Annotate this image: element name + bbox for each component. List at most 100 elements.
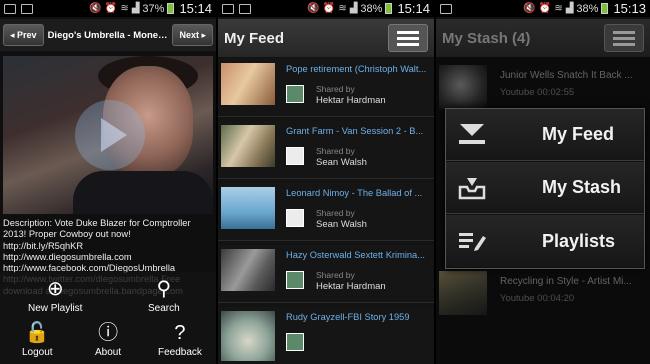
feed-item-title: Grant Farm - Van Session 2 - B...	[286, 126, 424, 136]
popup-item-label: My Feed	[542, 124, 615, 144]
video-thumbnail	[221, 311, 275, 361]
sharer-name: Hektar Hardman	[316, 281, 386, 292]
stash-item[interactable]: Junior Wells Snatch It Back ... Youtube …	[436, 62, 650, 114]
clock: 15:14	[397, 1, 430, 16]
gallery-icon	[222, 3, 234, 14]
stash-header: My Stash (4)	[436, 19, 650, 57]
image-icon	[21, 3, 33, 14]
sharer-name: Sean Walsh	[316, 219, 367, 230]
page-title: My Feed	[224, 29, 285, 47]
stash-item-title: Junior Wells Snatch It Back ...	[500, 70, 633, 81]
feed-item[interactable]: Pope retirement (Christoph Walt... Share…	[218, 59, 434, 117]
clock: 15:13	[613, 1, 646, 16]
avatar	[286, 147, 304, 165]
inbox-icon	[446, 162, 498, 214]
feed-item[interactable]: Rudy Grayzell-FBI Story 1959	[218, 307, 434, 364]
options-menu: ⊕ New Playlist ⚲ Search 🔓 Logout ⓘ About…	[0, 272, 216, 364]
popup-item-label: Playlists	[542, 230, 616, 251]
menu-button[interactable]	[388, 24, 428, 52]
feed-item[interactable]: Hazy Osterwald Sextett Krimina... Shared…	[218, 245, 434, 303]
popup-item-my-feed[interactable]: My Feed	[446, 109, 644, 161]
avatar	[286, 85, 304, 103]
prev-arrow-icon: ◂	[10, 29, 18, 40]
mute-icon: 🔇	[307, 3, 320, 14]
signal-icon: ▟	[565, 3, 574, 14]
popup-item-my-stash[interactable]: My Stash	[446, 162, 644, 214]
wifi-icon: ≋	[554, 3, 563, 14]
feed-item[interactable]: Leonard Nimoy - The Ballad of ... Shared…	[218, 183, 434, 241]
popup-item-playlists[interactable]: Playlists	[446, 215, 644, 267]
about-button[interactable]: ⓘ About	[95, 322, 121, 358]
gallery-icon	[440, 3, 452, 14]
search-label: Search	[148, 303, 180, 314]
clock: 15:14	[179, 1, 212, 16]
mute-icon: 🔇	[89, 3, 102, 14]
feed-item-title: Hazy Osterwald Sextett Krimina...	[286, 250, 425, 260]
sharer-name: Hektar Hardman	[316, 95, 386, 106]
wifi-icon: ≋	[120, 3, 129, 14]
feed-item[interactable]: Grant Farm - Van Session 2 - B... Shared…	[218, 121, 434, 179]
info-icon: ⓘ	[98, 322, 119, 344]
next-button[interactable]: Next ▸	[172, 24, 213, 46]
signal-icon: ▟	[349, 3, 358, 14]
stash-item-title: Recycling in Style - Artist Mi...	[500, 276, 632, 287]
new-playlist-button[interactable]: ⊕ New Playlist	[28, 278, 82, 314]
about-label: About	[95, 347, 122, 358]
video-frame-suit	[73, 171, 213, 214]
plus-circle-icon: ⊕	[46, 278, 64, 300]
feed-header: My Feed	[218, 19, 434, 57]
next-arrow-icon: ▸	[198, 29, 206, 40]
battery-percent: 38%	[360, 2, 383, 15]
avatar	[286, 271, 304, 289]
video-player[interactable]	[3, 56, 213, 214]
battery-icon	[385, 3, 393, 14]
menu-button[interactable]	[604, 24, 644, 52]
search-icon: ⚲	[156, 278, 172, 300]
wifi-icon: ≋	[338, 3, 347, 14]
feed-item-title: Pope retirement (Christoph Walt...	[286, 64, 427, 74]
video-thumbnail	[221, 249, 275, 291]
search-button[interactable]: ⚲ Search	[148, 278, 180, 314]
feed-item-title: Leonard Nimoy - The Ballad of ...	[286, 188, 423, 198]
player-header: ◂ Prev Diego's Umbrella - Money... Next …	[0, 19, 216, 51]
feedback-label: Feedback	[158, 347, 202, 358]
shared-by-label: Shared by	[316, 270, 355, 280]
alarm-icon: ⏰	[538, 3, 552, 14]
prev-button[interactable]: ◂ Prev	[3, 24, 44, 46]
status-bar: 🔇 ⏰ ≋ ▟ 37% 15:14	[0, 0, 216, 17]
stash-item-meta: Youtube 00:04:20	[500, 293, 575, 304]
hamburger-icon	[613, 31, 635, 34]
feed-item-title: Rudy Grayzell-FBI Story 1959	[286, 312, 410, 322]
play-icon[interactable]	[75, 100, 145, 170]
prev-label: Prev	[17, 30, 37, 40]
player-panel: 🔇 ⏰ ≋ ▟ 37% 15:14 ◂ Prev Diego's Umbrell…	[0, 0, 216, 364]
unlock-icon: 🔓	[24, 322, 50, 344]
shared-by-label: Shared by	[316, 84, 355, 94]
battery-percent: 38%	[576, 2, 599, 15]
logout-label: Logout	[22, 347, 53, 358]
stash-item-meta: Youtube 00:02:55	[500, 87, 575, 98]
avatar	[286, 333, 304, 351]
video-thumbnail	[221, 187, 275, 229]
popup-item-label: My Stash	[542, 177, 622, 197]
logout-button[interactable]: 🔓 Logout	[22, 322, 53, 358]
stash-item[interactable]: Recycling in Style - Artist Mi... Youtub…	[436, 268, 650, 320]
hamburger-icon	[397, 31, 419, 34]
battery-percent: 37%	[142, 2, 165, 15]
feedback-button[interactable]: ? Feedback	[158, 322, 202, 358]
battery-icon	[167, 3, 175, 14]
status-bar: 🔇 ⏰ ≋ ▟ 38% 15:14	[218, 0, 434, 17]
page-title: My Stash (4)	[442, 29, 531, 47]
sharer-name: Sean Walsh	[316, 157, 367, 168]
image-icon	[239, 3, 251, 14]
alarm-icon: ⏰	[322, 3, 336, 14]
mute-icon: 🔇	[523, 3, 536, 14]
shared-by-label: Shared by	[316, 208, 355, 218]
gallery-icon	[4, 3, 16, 14]
help-icon: ?	[174, 322, 186, 344]
download-icon	[446, 109, 498, 161]
playlist-edit-icon	[446, 215, 498, 267]
status-bar: 🔇 ⏰ ≋ ▟ 38% 15:13	[436, 0, 650, 17]
alarm-icon: ⏰	[104, 3, 118, 14]
video-title: Diego's Umbrella - Money...	[47, 29, 169, 41]
